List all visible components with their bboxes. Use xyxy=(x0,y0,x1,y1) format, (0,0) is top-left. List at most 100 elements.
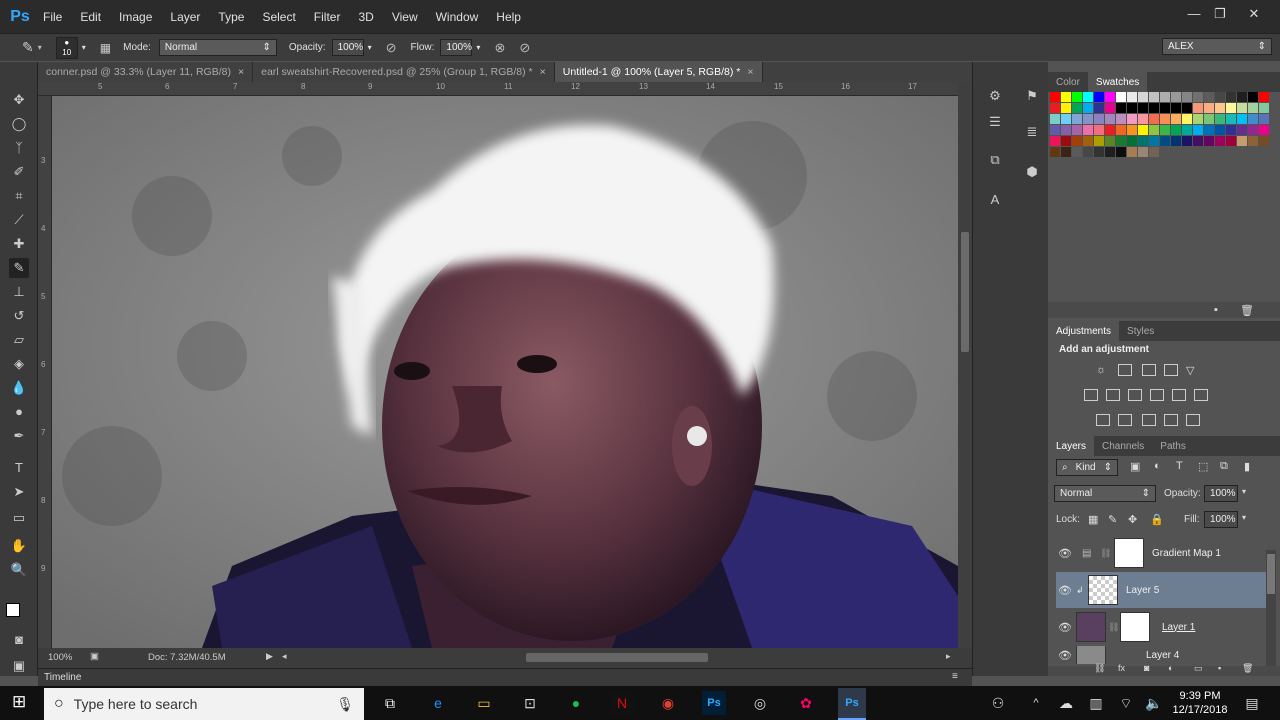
filter-smart-object-icon[interactable]: ⧉ xyxy=(1220,460,1228,473)
color-swatch[interactable] xyxy=(1149,147,1159,157)
dodge-tool-icon[interactable]: ● xyxy=(9,402,29,422)
color-swatch[interactable] xyxy=(1061,147,1071,157)
layer-filter-select[interactable]: ⌕ Kind ⇕ xyxy=(1056,459,1118,476)
healing-brush-tool-icon[interactable]: ✚ xyxy=(9,234,29,254)
tab-color[interactable]: Color xyxy=(1048,77,1088,88)
horizontal-scroll-thumb[interactable] xyxy=(526,653,708,662)
obs-icon[interactable]: ◎ xyxy=(748,691,772,715)
opacity-input[interactable]: 100% xyxy=(331,39,364,56)
color-swatch[interactable] xyxy=(1215,136,1225,146)
marquee-tool-icon[interactable]: ◯ xyxy=(9,114,29,134)
menu-type[interactable]: Type xyxy=(209,10,253,24)
workspace-select[interactable]: ALEX ⇕ xyxy=(1162,38,1272,55)
layer-opacity-input[interactable]: 100% xyxy=(1204,485,1238,502)
airbrush-icon[interactable]: ⊗ xyxy=(494,40,505,56)
quick-select-tool-icon[interactable]: ✐ xyxy=(9,162,29,182)
color-swatch[interactable] xyxy=(1182,103,1192,113)
color-swatch[interactable] xyxy=(1127,114,1137,124)
color-swatch[interactable] xyxy=(1237,125,1247,135)
tab-untitled-1[interactable]: Untitled-1 @ 100% (Layer 5, RGB/8) * × xyxy=(554,62,763,82)
tab-adjustments[interactable]: Adjustments xyxy=(1048,321,1120,341)
color-swatch[interactable] xyxy=(1149,125,1159,135)
color-swatch[interactable] xyxy=(1050,147,1060,157)
color-swatch[interactable] xyxy=(1259,125,1269,135)
layer-row-layer-4[interactable]: 👁 Layer 4 xyxy=(1056,646,1266,664)
properties-panel-icon[interactable]: ☰ xyxy=(985,112,1005,132)
scroll-left-icon[interactable]: ◂ xyxy=(282,651,287,662)
chevron-down-icon[interactable]: ▾ xyxy=(82,43,86,52)
scroll-thumb[interactable] xyxy=(961,232,969,352)
color-swatch[interactable] xyxy=(1215,125,1225,135)
color-swatch[interactable] xyxy=(1072,103,1082,113)
history-panel-icon[interactable]: ⚙ xyxy=(985,86,1005,106)
color-swatch[interactable] xyxy=(1116,147,1126,157)
brush-panel-icon[interactable]: ▦ xyxy=(100,41,111,55)
new-layer-icon[interactable]: ▪ xyxy=(1218,663,1221,673)
layer-thumbnail[interactable] xyxy=(1088,575,1118,605)
eye-icon[interactable]: 👁 xyxy=(1056,649,1074,662)
black-white-icon[interactable] xyxy=(1128,389,1142,401)
layer-name[interactable]: Gradient Map 1 xyxy=(1152,548,1221,559)
posterize-icon[interactable] xyxy=(1118,414,1132,426)
color-swatch[interactable] xyxy=(1160,136,1170,146)
color-swatch[interactable] xyxy=(1127,147,1137,157)
color-swatch[interactable] xyxy=(1138,103,1148,113)
hue-saturation-icon[interactable] xyxy=(1084,389,1098,401)
color-swatch[interactable] xyxy=(1116,114,1126,124)
color-swatch[interactable] xyxy=(1171,103,1181,113)
blend-mode-select[interactable]: Normal ⇕ xyxy=(1054,485,1156,502)
exposure-icon[interactable] xyxy=(1164,364,1178,376)
color-swatch[interactable] xyxy=(1072,147,1082,157)
layer-row-layer-1[interactable]: 👁 ⛓ Layer 1 xyxy=(1056,609,1266,645)
tab-paths[interactable]: Paths xyxy=(1152,441,1194,452)
taskbar-search-box[interactable]: ○ Type here to search 🎙 xyxy=(44,688,364,720)
wifi-icon[interactable]: ⌔ xyxy=(1114,691,1138,715)
history-brush-tool-icon[interactable]: ↺ xyxy=(9,306,29,326)
clone-stamp-tool-icon[interactable]: ⊥ xyxy=(9,282,29,302)
blur-tool-icon[interactable]: 💧 xyxy=(9,378,29,398)
color-swatch[interactable] xyxy=(1259,103,1269,113)
onedrive-icon[interactable]: ☁ xyxy=(1054,691,1078,715)
color-swatch[interactable] xyxy=(1105,114,1115,124)
filter-shape-icon[interactable]: ⬚ xyxy=(1198,460,1208,473)
task-view-icon[interactable]: ⧉ xyxy=(378,691,402,715)
color-swatch[interactable] xyxy=(1050,125,1060,135)
volume-icon[interactable]: 🔈 xyxy=(1142,691,1166,715)
color-swatch[interactable] xyxy=(1204,114,1214,124)
menu-file[interactable]: File xyxy=(34,10,71,24)
add-mask-icon[interactable]: ◙ xyxy=(1144,663,1149,673)
color-swatch[interactable] xyxy=(1204,136,1214,146)
foreground-color-swatch[interactable] xyxy=(6,603,20,617)
close-icon[interactable]: × xyxy=(540,66,546,78)
color-swatch[interactable] xyxy=(1083,103,1093,113)
lock-all-icon[interactable]: 🔒 xyxy=(1150,513,1164,526)
color-swatch[interactable] xyxy=(1138,114,1148,124)
color-swatch[interactable] xyxy=(1193,136,1203,146)
menu-select[interactable]: Select xyxy=(253,10,304,24)
color-swatch[interactable] xyxy=(1083,92,1093,102)
timeline-label[interactable]: Timeline xyxy=(44,672,81,683)
move-tool-icon[interactable]: ✥ xyxy=(9,90,29,110)
color-swatch[interactable] xyxy=(1193,114,1203,124)
pressure-opacity-icon[interactable]: ⊘ xyxy=(386,40,397,56)
notifications-icon[interactable]: ▤ xyxy=(1240,691,1264,715)
color-swatch[interactable] xyxy=(1259,114,1269,124)
color-swatch[interactable] xyxy=(1083,125,1093,135)
panel-menu-icon[interactable]: ≡ xyxy=(952,671,958,682)
layer-row-layer-5[interactable]: 👁 ↲ Layer 5 xyxy=(1056,572,1266,608)
color-swatch[interactable] xyxy=(1193,103,1203,113)
color-swatch[interactable] xyxy=(1160,92,1170,102)
zoom-tool-icon[interactable]: 🔍 xyxy=(9,560,29,580)
chrome-icon[interactable]: ◉ xyxy=(656,691,680,715)
color-swatch[interactable] xyxy=(1149,103,1159,113)
color-swatch[interactable] xyxy=(1226,114,1236,124)
tab-channels[interactable]: Channels xyxy=(1094,441,1152,452)
color-swatch[interactable] xyxy=(1127,103,1137,113)
color-swatch[interactable] xyxy=(1050,136,1060,146)
type-tool-icon[interactable]: T xyxy=(9,458,29,478)
windows-start-icon[interactable]: ⊞ xyxy=(12,692,26,712)
screen-mode-icon[interactable]: ▣ xyxy=(9,656,29,676)
color-swatch[interactable] xyxy=(1215,103,1225,113)
color-swatch[interactable] xyxy=(1226,103,1236,113)
eraser-tool-icon[interactable]: ▱ xyxy=(9,330,29,350)
